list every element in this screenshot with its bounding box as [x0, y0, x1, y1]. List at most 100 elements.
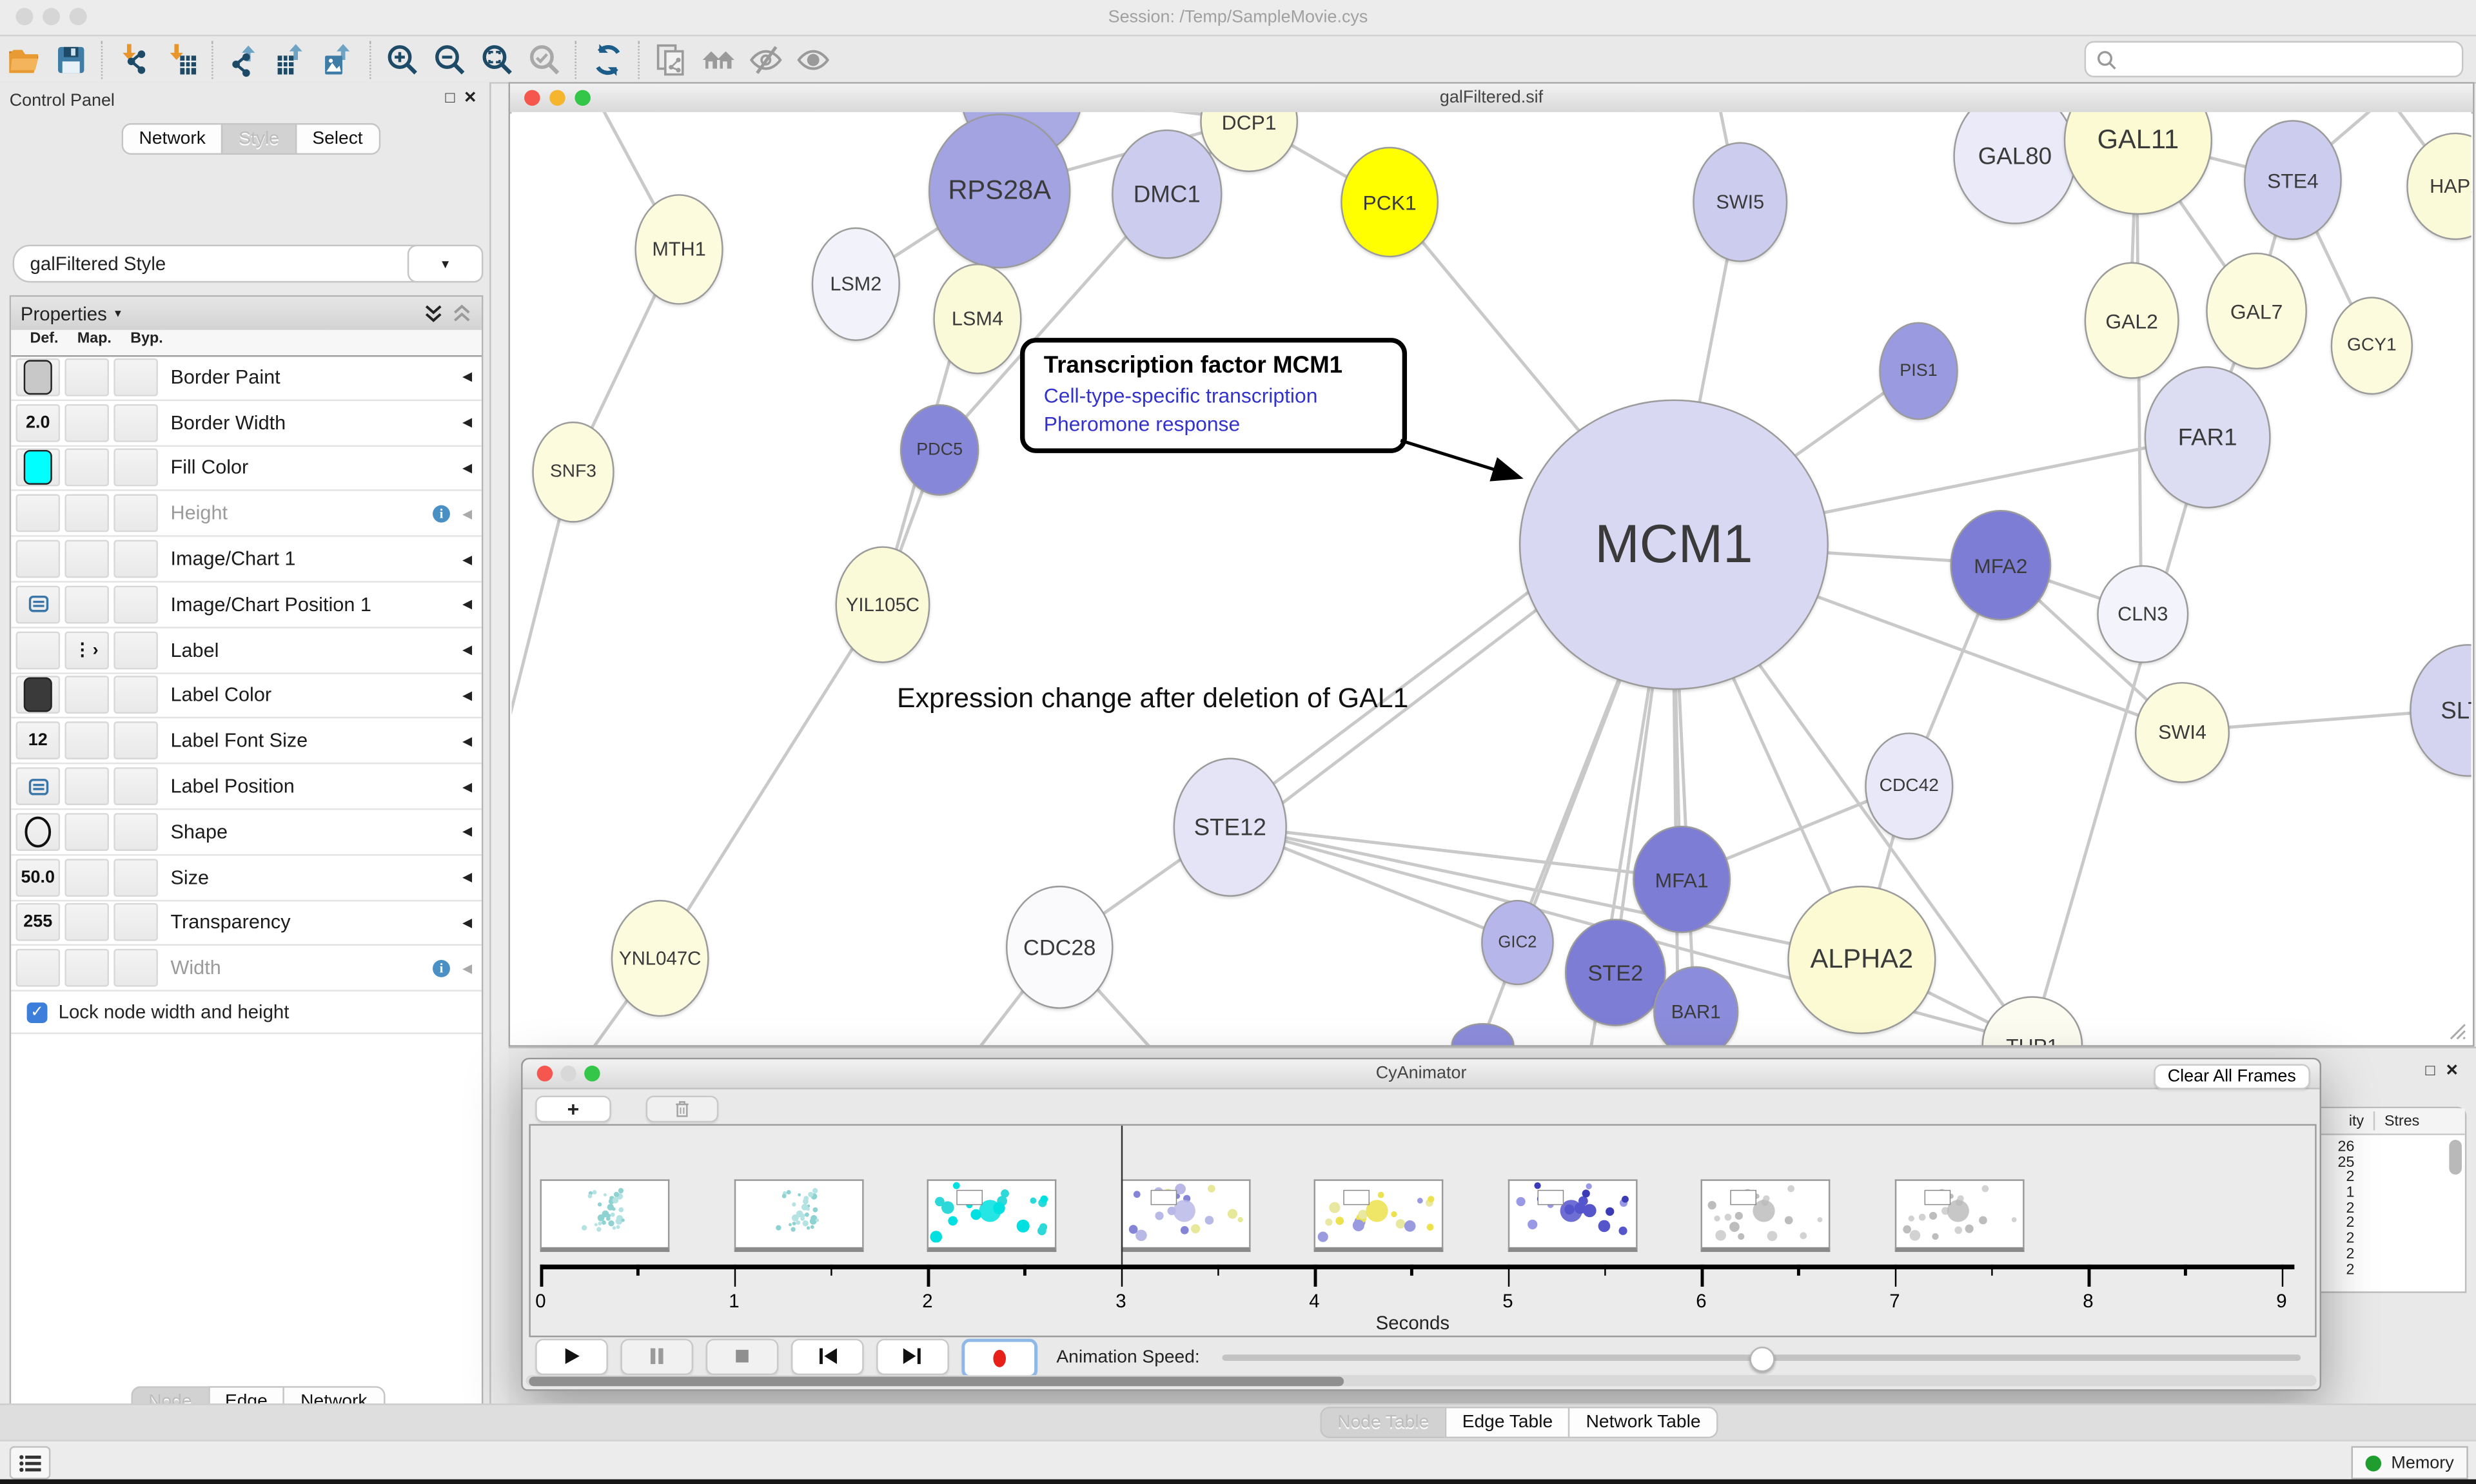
mapping-cell[interactable] [64, 358, 109, 396]
node-table-header[interactable]: ity Stres [2307, 1108, 2465, 1135]
default-value-cell[interactable] [15, 767, 60, 805]
bypass-cell[interactable] [113, 676, 158, 714]
search-input[interactable] [2124, 48, 2462, 70]
default-value-cell[interactable]: 12 [15, 722, 60, 760]
default-value-cell[interactable] [15, 449, 60, 487]
property-row-label-font-size[interactable]: 12Label Font Size◀ [11, 719, 482, 765]
cyanimator-titlebar[interactable]: CyAnimator [523, 1059, 2320, 1089]
property-row-shape[interactable]: Shape◀ [11, 810, 482, 855]
default-value-cell[interactable] [15, 949, 60, 987]
mapping-cell[interactable] [64, 767, 109, 805]
default-value-cell[interactable] [15, 358, 60, 396]
zoom-out-icon[interactable] [426, 39, 473, 80]
tab-select[interactable]: Select [295, 123, 380, 155]
mapping-cell[interactable] [64, 949, 109, 987]
bypass-cell[interactable] [113, 585, 158, 623]
bypass-cell[interactable] [113, 949, 158, 987]
bypass-cell[interactable] [113, 904, 158, 942]
skip-start-button[interactable] [791, 1338, 864, 1374]
property-row-label[interactable]: ⋮›Label◀ [11, 628, 482, 674]
property-row-label-color[interactable]: Label Color◀ [11, 674, 482, 719]
style-options-button[interactable]: ▾ [408, 245, 484, 283]
expand-row-icon[interactable]: ◀ [462, 825, 472, 839]
mapping-cell[interactable]: ⋮› [64, 631, 109, 669]
animation-speed-slider[interactable] [1222, 1354, 2301, 1361]
float-panel-icon[interactable]: □ [2426, 1062, 2435, 1080]
default-value-cell[interactable] [15, 631, 60, 669]
tab-network-table[interactable]: Network Table [1569, 1407, 1718, 1438]
import-network-icon[interactable] [110, 39, 157, 80]
timeline-scrollbar[interactable] [526, 1375, 2317, 1386]
resize-grip[interactable] [2448, 1021, 2466, 1040]
column-header[interactable]: Stres [2384, 1112, 2419, 1129]
duplicate-network-icon[interactable] [647, 39, 694, 80]
mapping-cell[interactable] [64, 676, 109, 714]
property-row-border-width[interactable]: 2.0Border Width◀ [11, 401, 482, 447]
export-network-icon[interactable] [221, 39, 268, 80]
export-table-icon[interactable] [268, 39, 315, 80]
mapping-cell[interactable] [64, 540, 109, 578]
expand-row-icon[interactable]: ◀ [462, 734, 472, 748]
property-row-label-position[interactable]: Label Position◀ [11, 765, 482, 810]
default-value-cell[interactable] [15, 494, 60, 532]
property-row-image-chart-1[interactable]: Image/Chart 1◀ [11, 537, 482, 583]
pause-button[interactable] [620, 1338, 693, 1374]
mapping-cell[interactable] [64, 904, 109, 942]
default-value-cell[interactable]: 255 [15, 904, 60, 942]
timeline-frame-3[interactable] [1121, 1179, 1250, 1252]
expand-row-icon[interactable]: ◀ [462, 507, 472, 521]
expand-row-icon[interactable]: ◀ [462, 961, 472, 975]
properties-header[interactable]: Properties ▾ [11, 297, 482, 331]
table-scrollbar[interactable] [2449, 1140, 2462, 1175]
lock-checkbox[interactable]: ✓ [27, 1002, 48, 1022]
mapping-cell[interactable] [64, 404, 109, 442]
close-panel-icon[interactable]: ✕ [464, 90, 477, 108]
default-value-cell[interactable] [15, 676, 60, 714]
bypass-cell[interactable] [113, 358, 158, 396]
property-row-fill-color[interactable]: Fill Color◀ [11, 446, 482, 492]
collapse-all-icon[interactable] [451, 303, 472, 324]
property-row-size[interactable]: 50.0Size◀ [11, 855, 482, 901]
timeline-frame-2[interactable] [927, 1179, 1057, 1252]
expand-row-icon[interactable]: ◀ [462, 915, 472, 930]
expand-row-icon[interactable]: ◀ [462, 552, 472, 566]
delete-frame-button[interactable] [646, 1096, 719, 1123]
mapping-cell[interactable] [64, 813, 109, 851]
houses-icon[interactable] [695, 39, 742, 80]
search-field[interactable] [2085, 41, 2464, 77]
network-window-titlebar[interactable]: galFiltered.sif [510, 84, 2473, 114]
open-folder-icon[interactable] [0, 39, 47, 80]
column-divider[interactable] [2373, 1111, 2375, 1130]
expand-row-icon[interactable]: ◀ [462, 643, 472, 657]
task-history-button[interactable] [10, 1446, 51, 1479]
play-button[interactable] [535, 1338, 608, 1374]
add-frame-button[interactable]: + [535, 1096, 611, 1123]
property-row-width[interactable]: Widthi◀ [11, 946, 482, 992]
expand-row-icon[interactable]: ◀ [462, 598, 472, 612]
timeline-frame-4[interactable] [1314, 1179, 1444, 1252]
property-row-image-chart-position-1[interactable]: Image/Chart Position 1◀ [11, 583, 482, 629]
timeline-frame-7[interactable] [1894, 1179, 2024, 1252]
bypass-cell[interactable] [113, 858, 158, 896]
float-panel-icon[interactable]: □ [445, 90, 455, 108]
zoom-selected-icon[interactable] [521, 39, 568, 80]
zoom-in-icon[interactable] [379, 39, 426, 80]
network-canvas[interactable]: RPS28BDCP1RPS28ADMC1PCK1MTH1LSM2LSM4SWI5… [511, 112, 2471, 1045]
slider-thumb[interactable] [1750, 1346, 1775, 1371]
default-value-cell[interactable] [15, 813, 60, 851]
tab-node-table[interactable]: Node Table [1320, 1407, 1444, 1438]
expand-row-icon[interactable]: ◀ [462, 779, 472, 794]
tab-edge-table[interactable]: Edge Table [1445, 1407, 1569, 1438]
property-row-height[interactable]: Heighti◀ [11, 492, 482, 538]
refresh-icon[interactable] [584, 39, 631, 80]
stop-button[interactable] [706, 1338, 779, 1374]
bypass-cell[interactable] [113, 449, 158, 487]
bypass-cell[interactable] [113, 813, 158, 851]
mapping-cell[interactable] [64, 494, 109, 532]
mapping-cell[interactable] [64, 858, 109, 896]
property-row-transparency[interactable]: 255Transparency◀ [11, 901, 482, 946]
style-select[interactable]: galFiltered Style ▾ [13, 245, 433, 283]
expand-row-icon[interactable]: ◀ [462, 461, 472, 475]
timeline-frame-1[interactable] [734, 1179, 863, 1252]
memory-button[interactable]: Memory [2352, 1446, 2468, 1479]
